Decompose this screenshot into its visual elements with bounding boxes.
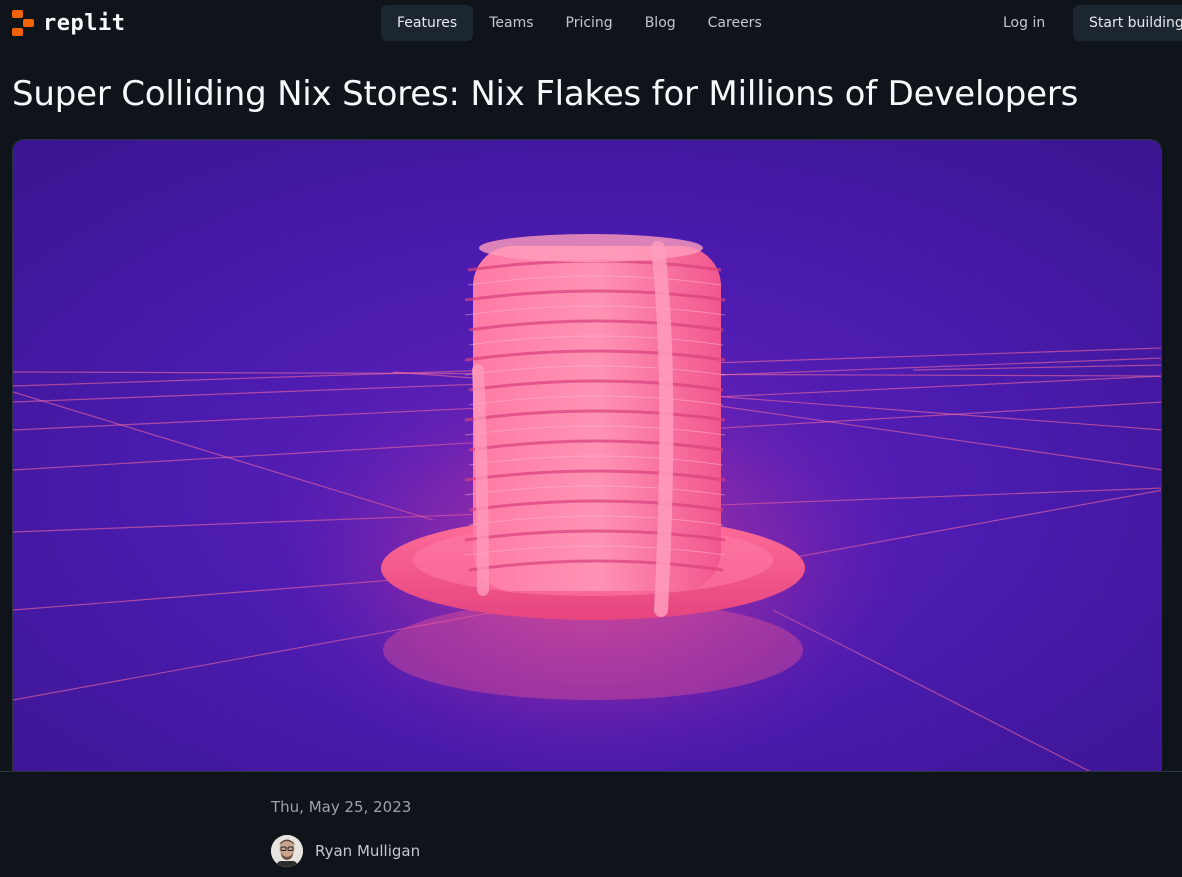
hero-image [12,139,1162,772]
replit-logo[interactable]: replit [12,10,125,36]
nav-item-pricing[interactable]: Pricing [550,5,629,41]
brand-name: replit [43,10,126,36]
section-divider [0,771,1182,772]
publish-date: Thu, May 25, 2023 [271,798,412,816]
nav-item-teams[interactable]: Teams [473,5,549,41]
nav-item-blog[interactable]: Blog [629,5,692,41]
main-nav: Features Teams Pricing Blog Careers [381,5,778,41]
start-building-button[interactable]: Start building [1073,5,1182,41]
article-title: Super Colliding Nix Stores: Nix Flakes f… [12,74,1079,114]
nav-item-features[interactable]: Features [381,5,474,41]
author-name: Ryan Mulligan [315,842,421,860]
replit-logo-icon [12,10,34,36]
top-navigation: replit Features Teams Pricing Blog Caree… [0,0,1182,46]
nav-item-careers[interactable]: Careers [692,5,778,41]
nix-store-stack-illustration [13,140,1161,772]
author-avatar [271,835,303,867]
author-byline[interactable]: Ryan Mulligan [271,835,420,867]
login-link[interactable]: Log in [989,5,1059,41]
